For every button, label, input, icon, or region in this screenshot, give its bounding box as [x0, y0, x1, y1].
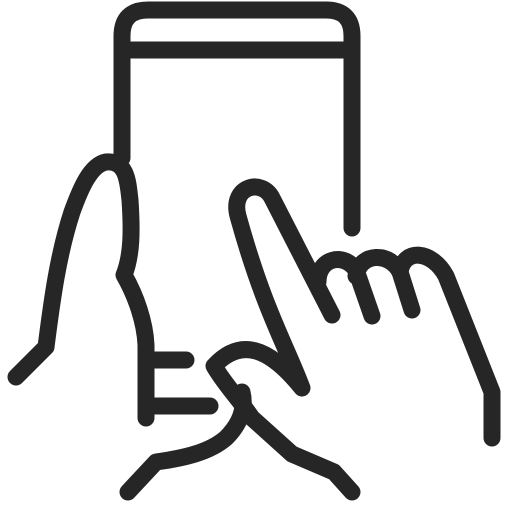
icon-strokes — [7, 1, 501, 501]
pointing-hand-back — [391, 246, 501, 447]
pointing-index-finger — [205, 178, 361, 501]
holding-hand-thumb — [7, 153, 155, 427]
touchscreen-phone-icon — [0, 0, 512, 512]
icon-canvas — [0, 0, 512, 512]
